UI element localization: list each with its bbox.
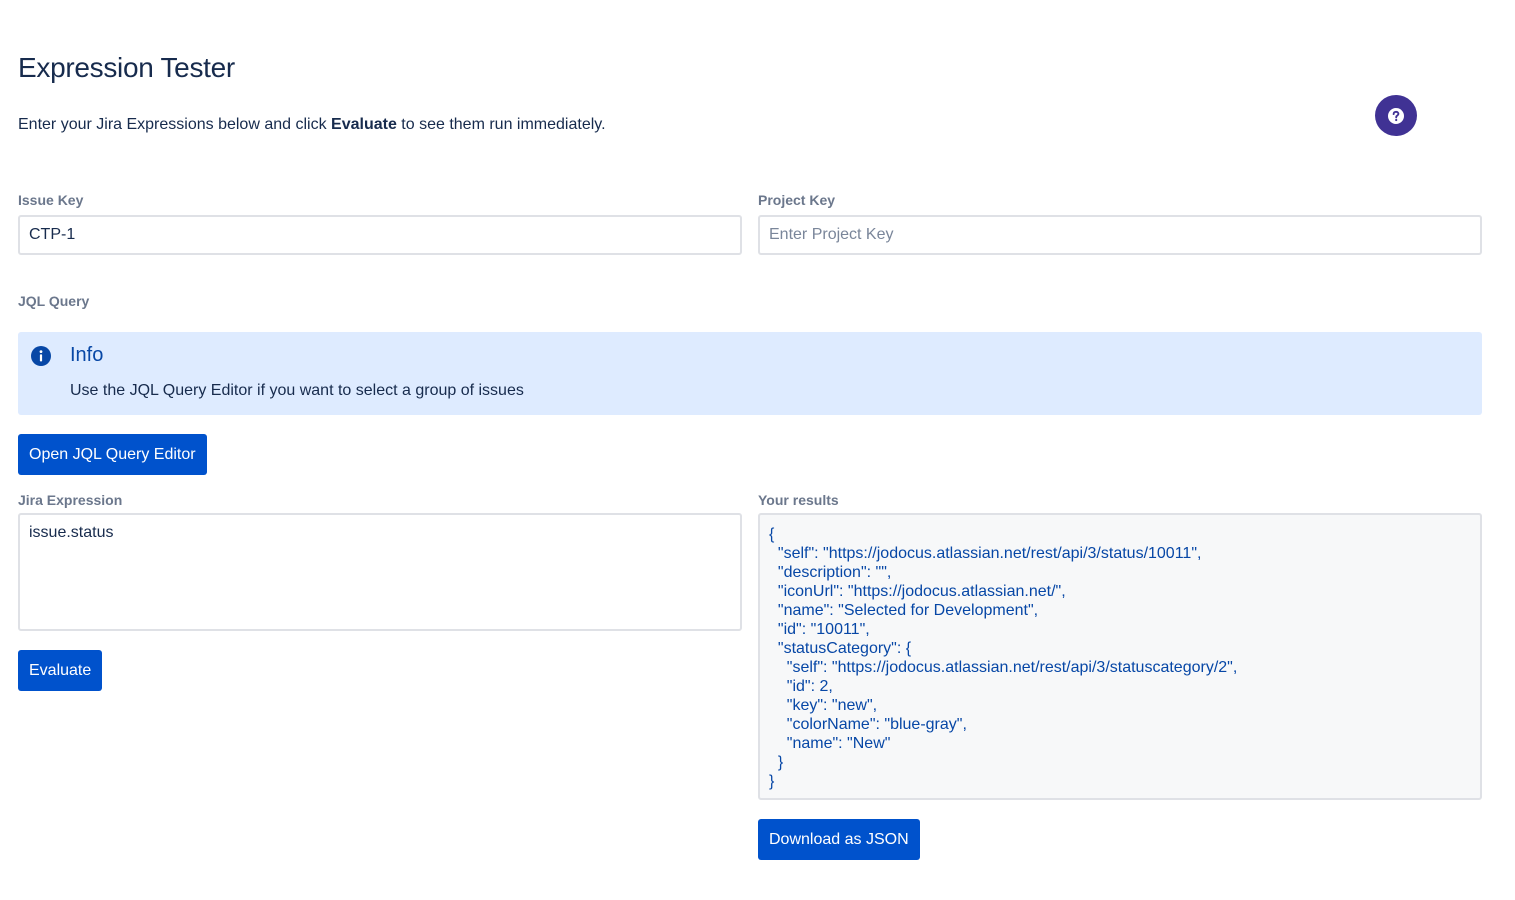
page-title: Expression Tester xyxy=(18,52,235,83)
results-line: "name": "New" xyxy=(786,735,891,752)
project-key-label: Project Key xyxy=(758,192,836,208)
jira-expression-input[interactable]: issue.status xyxy=(18,513,742,631)
info-panel: Info Use the JQL Query Editor if you wan… xyxy=(18,332,1482,415)
results-panel[interactable]: { "self": "https://jodocus.atlassian.net… xyxy=(758,513,1482,800)
results-line: } xyxy=(777,754,784,771)
intro-suffix: to see them run immediately. xyxy=(396,116,606,133)
results-line: "description": "", xyxy=(777,564,892,581)
results-line: "name": "Selected for Development", xyxy=(777,602,1039,619)
results-line: "key": "new", xyxy=(786,697,878,714)
jira-expression-label: Jira Expression xyxy=(18,492,123,508)
results-line: "colorName": "blue-gray", xyxy=(786,716,967,733)
open-jql-editor-button[interactable]: Open JQL Query Editor xyxy=(18,434,207,475)
intro-bold: Evaluate xyxy=(331,116,397,133)
download-json-button[interactable]: Download as JSON xyxy=(758,819,920,860)
info-icon xyxy=(31,346,51,366)
results-line: "self": "https://jodocus.atlassian.net/r… xyxy=(786,659,1238,676)
intro-text: Enter your Jira Expressions below and cl… xyxy=(18,116,606,134)
results-label: Your results xyxy=(758,492,839,508)
issue-key-input[interactable] xyxy=(18,215,742,255)
results-line: "id": 2, xyxy=(786,678,833,695)
intro-prefix: Enter your Jira Expressions below and cl… xyxy=(18,116,332,133)
info-text: Use the JQL Query Editor if you want to … xyxy=(70,382,524,399)
expression-tester-page: Expression Tester Enter your Jira Expres… xyxy=(0,0,1515,900)
results-line: "iconUrl": "https://jodocus.atlassian.ne… xyxy=(777,583,1066,600)
results-line: "statusCategory": { xyxy=(777,640,912,657)
results-line: } xyxy=(769,773,775,790)
issue-key-label: Issue Key xyxy=(18,192,84,208)
results-line: "id": "10011", xyxy=(777,621,870,638)
evaluate-button[interactable]: Evaluate xyxy=(18,650,103,691)
project-key-input[interactable] xyxy=(758,215,1482,255)
question-circle-icon xyxy=(1388,107,1404,124)
info-title: Info xyxy=(70,344,104,366)
help-button[interactable] xyxy=(1375,95,1417,136)
results-line: "self": "https://jodocus.atlassian.net/r… xyxy=(777,545,1202,562)
jql-query-label: JQL Query xyxy=(18,293,90,309)
results-json: { "self": "https://jodocus.atlassian.net… xyxy=(769,525,1471,791)
results-line: { xyxy=(769,526,775,543)
